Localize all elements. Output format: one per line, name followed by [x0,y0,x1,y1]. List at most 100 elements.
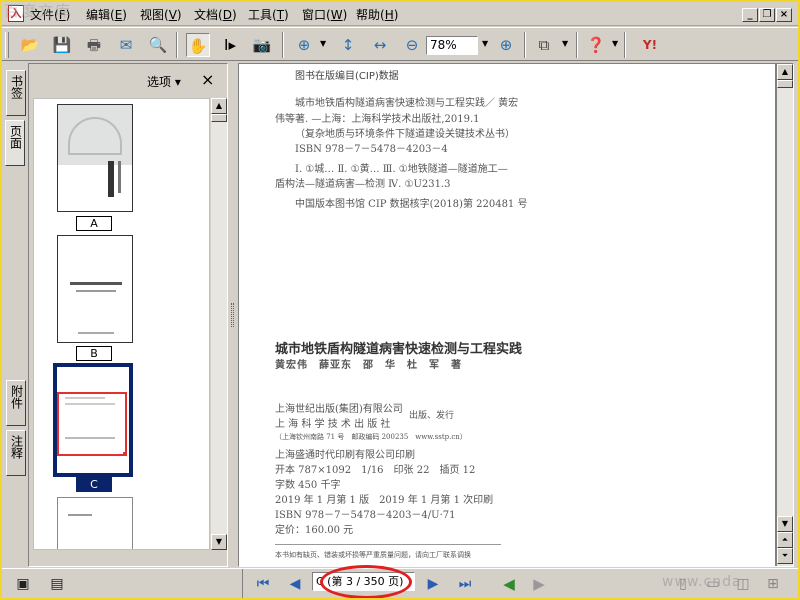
minimize-button[interactable]: _ [742,8,758,22]
cip-line: Ⅰ. ①城… Ⅱ. ①黄… Ⅲ. ①地铁隧道—隧道施工— [295,164,508,175]
yahoo-toolbar-icon[interactable]: Y! [632,33,668,57]
thumbnail-scroll-up-icon[interactable]: ▲ [211,98,227,114]
thumbnail-text-line [68,514,92,516]
thumbnail-label-b: B [76,346,112,361]
thumbnail-title-line [70,282,122,285]
restore-button[interactable]: ❐ [759,8,775,22]
document-scroll-down-icon[interactable]: ▼ [777,516,793,532]
cip-line: （复杂地质与环境条件下隧道建设关键技术丛书） [295,129,515,140]
thumbnail-title-bar [108,161,114,197]
menu-tools[interactable]: 工具(T) [248,7,289,23]
page-thumbnail-c[interactable] [57,367,129,473]
thumbnail-text-line [65,437,115,439]
help-dropdown-icon[interactable]: ▼ [612,39,618,48]
thumbnail-text-line [65,403,115,405]
snapshot-camera-icon[interactable]: 📷 [250,33,274,57]
menu-document[interactable]: 文档(D) [194,7,237,23]
footer-divider [275,544,501,545]
go-forward-icon[interactable]: ▶ [528,574,550,594]
cip-line: 中国版本图书馆 CIP 数据核字(2018)第 220481 号 [295,199,528,210]
thumbnail-label-a: A [76,216,112,231]
print-icon[interactable]: 🖶 [82,33,106,57]
hand-tool-icon[interactable]: ✋ [186,33,210,57]
footer-note: 本书如有缺页、错装或坏损等严重质量问题，请向工厂联系调换 [275,551,471,559]
cip-line: 伟等著. —上海：上海科学技术出版社,2019.1 [275,114,480,125]
zoom-in-tool-icon[interactable]: ⊕ [292,33,316,57]
close-button[interactable]: × [776,8,792,22]
cip-line: 盾构法—隧道病害—检测 Ⅳ. ①U231.3 [275,179,451,190]
pages-panel: 选项 ▾ × A B C ▲ ▼ [28,63,228,567]
document-view[interactable]: 图书在版编目(CIP)数据 城市地铁盾构隧道病害快速检测与工程实践／ 黄宏 伟等… [238,63,794,567]
publisher-action: 出版、发行 [409,411,455,421]
save-icon[interactable]: 💾 [50,33,74,57]
toolbar-grip[interactable] [5,32,9,58]
tab-comments[interactable]: 注释 [6,430,26,476]
previous-page-icon[interactable]: ◀ [284,574,306,594]
app-window: 入 文件(F) 编辑(E) 视图(V) 文档(D) 工具(T) 窗口(W) 帮助… [2,2,798,598]
go-back-icon[interactable]: ◀ [498,574,520,594]
next-page-icon[interactable]: ▶ [422,574,444,594]
document-scrollbar[interactable]: ▲ ▼ ⏶ ⏷ [777,64,793,566]
last-page-icon[interactable]: ⏭ [454,574,476,594]
panel-close-icon[interactable]: × [201,70,214,89]
cip-line: 城市地铁盾构隧道病害快速检测与工程实践／ 黄宏 [295,98,519,109]
thumbnail-subtitle-bar [118,161,121,193]
price-line: 定价：160.00 元 [275,525,354,536]
zoom-dropdown-icon[interactable]: ▼ [482,39,488,48]
edition-line: 2019 年 1 月第 1 版 2019 年 1 月第 1 次印刷 [275,495,494,506]
tab-bookmarks[interactable]: 书签 [6,70,26,116]
menu-edit[interactable]: 编辑(E) [86,7,127,23]
tab-attachments[interactable]: 附件 [6,380,26,426]
thumbnail-list[interactable]: A B C [33,98,210,550]
open-folder-icon[interactable]: 📂 [18,33,42,57]
menu-window[interactable]: 窗口(W) [302,7,347,23]
menu-help[interactable]: 帮助(H) [356,7,398,23]
thumbnail-text-line [65,397,105,399]
splitter-grip [231,303,234,327]
page-thumbnail-b[interactable] [57,235,133,343]
highlight-ellipse [320,565,412,598]
panel-options-button[interactable]: 选项 ▾ [147,73,181,90]
publisher-line: 上 海 科 学 技 术 出 版 社 [275,419,391,430]
zoom-tool-dropdown-icon[interactable]: ▼ [320,39,326,48]
watermark-top-left: 百度文库 [4,2,73,20]
continuous-facing-icon[interactable]: ⊞ [762,574,784,594]
cip-header: 图书在版编目(CIP)数据 [295,71,399,82]
monitor-icon[interactable]: ▣ [12,574,34,594]
zoom-out-icon[interactable]: ⊖ [400,33,424,57]
fit-page-icon[interactable]: ↕ [336,33,360,57]
toolbar-separator [282,32,284,58]
help-icon[interactable]: ❓ [584,33,608,57]
toolbar-separator [576,32,578,58]
zoom-level-input[interactable]: 78% [426,36,478,55]
document-scroll-thumb[interactable] [777,80,793,88]
text-select-icon[interactable]: I▸ [218,33,242,57]
publisher-line: 上海世纪出版(集团)有限公司 [275,404,403,415]
page-setup-icon[interactable]: ▤ [46,574,68,594]
thumbnail-footer-line [78,332,114,334]
first-page-icon[interactable]: ⏮ [252,574,274,594]
page-layout-icon[interactable]: ⧉ [532,33,556,57]
page-thumbnail-a[interactable] [57,104,133,212]
fit-width-icon[interactable]: ↔ [368,33,392,57]
page-layout-dropdown-icon[interactable]: ▼ [562,39,568,48]
zoom-in-icon[interactable]: ⊕ [494,33,518,57]
search-binoculars-icon[interactable]: 🔍 [146,33,170,57]
tab-pages[interactable]: 页面 [5,120,25,166]
menu-view[interactable]: 视图(V) [140,7,182,23]
thumbnail-scroll-thumb[interactable] [211,114,227,122]
printer-line: 上海盛通时代印刷有限公司印刷 [275,450,415,461]
toolbar: 📂 💾 🖶 ✉ 🔍 ✋ I▸ 📷 ⊕ ▼ ↕ ↔ ⊖ 78% ▼ ⊕ ⧉ ▼ ❓… [2,27,798,61]
thumbnail-view-rectangle[interactable] [57,392,127,456]
thumbnail-scroll-down-icon[interactable]: ▼ [211,534,227,550]
page-thumbnail-d[interactable] [57,497,133,549]
next-page-scroll-icon[interactable]: ⏷ [777,548,793,564]
menu-bar: 入 文件(F) 编辑(E) 视图(V) 文档(D) 工具(T) 窗口(W) 帮助… [2,2,798,26]
email-icon[interactable]: ✉ [114,33,138,57]
document-scroll-up-icon[interactable]: ▲ [777,64,793,80]
document-page: 图书在版编目(CIP)数据 城市地铁盾构隧道病害快速检测与工程实践／ 黄宏 伟等… [239,64,775,566]
thumbnail-resize-handle[interactable] [123,452,127,456]
panel-splitter[interactable] [229,63,237,567]
thumbnail-scrollbar[interactable]: ▲ ▼ [211,98,227,550]
previous-page-scroll-icon[interactable]: ⏶ [777,532,793,548]
